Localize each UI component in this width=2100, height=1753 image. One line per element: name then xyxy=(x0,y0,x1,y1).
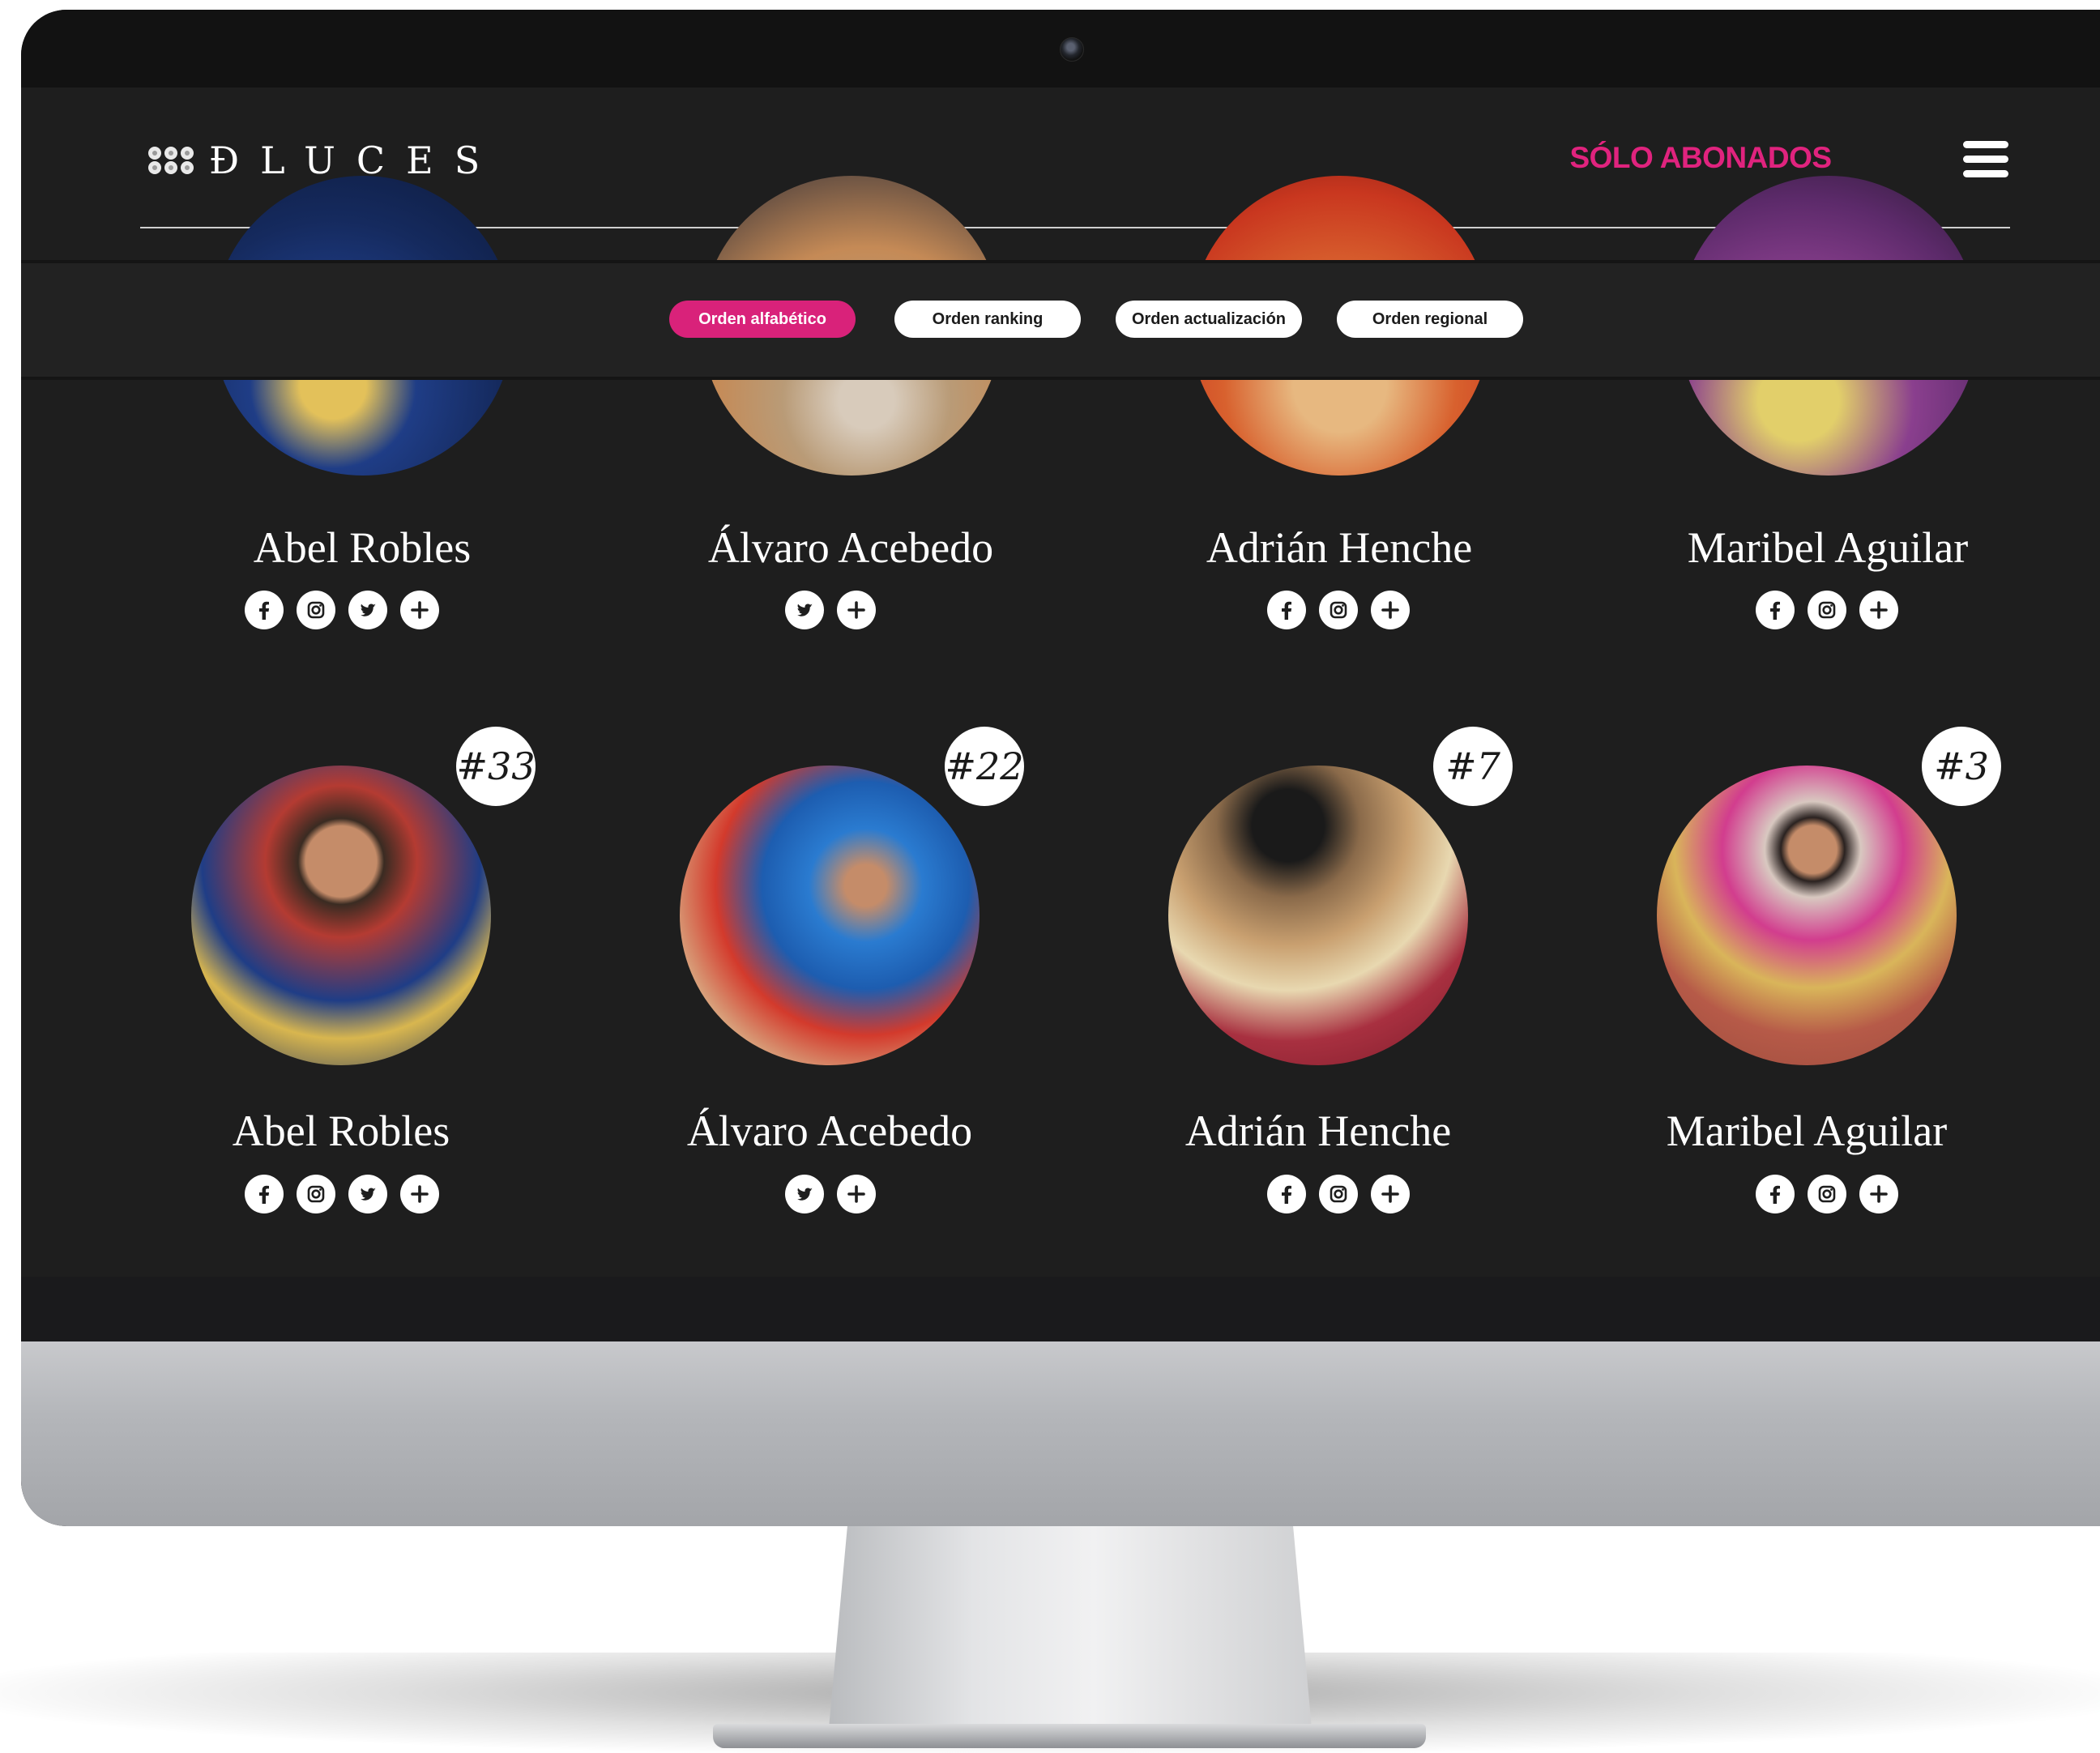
card-name[interactable]: Maribel Aguilar xyxy=(1585,523,2071,572)
facebook-icon[interactable] xyxy=(1756,1175,1795,1213)
instagram-icon[interactable] xyxy=(297,1175,335,1213)
avatar-image[interactable] xyxy=(191,766,491,1065)
facebook-icon[interactable] xyxy=(1756,591,1795,629)
card-name[interactable]: Adrián Henche xyxy=(1096,523,1582,572)
plus-icon[interactable] xyxy=(1859,591,1898,629)
monitor-chin xyxy=(21,1341,2100,1526)
plus-icon[interactable] xyxy=(837,1175,876,1213)
plus-icon[interactable] xyxy=(837,591,876,629)
instagram-icon[interactable] xyxy=(1808,591,1846,629)
sort-ranking-button[interactable]: Orden ranking xyxy=(894,301,1081,338)
social-links xyxy=(1756,1175,1898,1213)
hamburger-menu-icon[interactable] xyxy=(1963,141,2008,186)
monitor-stand xyxy=(828,1526,1312,1737)
rank-badge: #33 xyxy=(456,727,536,806)
facebook-icon[interactable] xyxy=(245,591,284,629)
social-links xyxy=(785,1175,876,1213)
rank-badge: #22 xyxy=(945,727,1024,806)
facebook-icon[interactable] xyxy=(1267,591,1306,629)
card-name[interactable]: Abel Robles xyxy=(98,1107,584,1155)
website-screen: ÐLUCES SÓLO ABONADOS Orden alfabético Or… xyxy=(21,87,2100,1277)
instagram-icon[interactable] xyxy=(1319,1175,1358,1213)
plus-icon[interactable] xyxy=(400,591,439,629)
logo-mark-icon xyxy=(148,147,194,174)
subscribers-only-link[interactable]: SÓLO ABONADOS xyxy=(1563,141,1838,175)
plus-icon[interactable] xyxy=(1859,1175,1898,1213)
camera-icon xyxy=(1060,37,1084,62)
twitter-icon[interactable] xyxy=(348,1175,387,1213)
social-links xyxy=(245,591,439,629)
social-links xyxy=(1267,1175,1410,1213)
plus-icon[interactable] xyxy=(1371,591,1410,629)
card-name[interactable]: Abel Robles xyxy=(119,523,605,572)
plus-icon[interactable] xyxy=(1371,1175,1410,1213)
monitor-bottom-bezel xyxy=(21,1277,2100,1341)
logo[interactable]: ÐLUCES xyxy=(146,136,501,185)
instagram-icon[interactable] xyxy=(1319,591,1358,629)
twitter-icon[interactable] xyxy=(348,591,387,629)
card-name[interactable]: Álvaro Acebedo xyxy=(587,1107,1073,1155)
social-links xyxy=(245,1175,439,1213)
card-name[interactable]: Adrián Henche xyxy=(1075,1107,1561,1155)
twitter-icon[interactable] xyxy=(785,591,824,629)
rank-badge: #7 xyxy=(1433,727,1513,806)
card-name[interactable]: Maribel Aguilar xyxy=(1564,1107,2050,1155)
sort-filter-bar: Orden alfabético Orden ranking Orden act… xyxy=(21,260,2100,380)
facebook-icon[interactable] xyxy=(1267,1175,1306,1213)
sort-regional-button[interactable]: Orden regional xyxy=(1337,301,1523,338)
facebook-icon[interactable] xyxy=(245,1175,284,1213)
sort-updated-button[interactable]: Orden actualización xyxy=(1116,301,1302,338)
sort-alphabetical-button[interactable]: Orden alfabético xyxy=(669,301,856,338)
avatar-image[interactable] xyxy=(1657,766,1957,1065)
plus-icon[interactable] xyxy=(400,1175,439,1213)
twitter-icon[interactable] xyxy=(785,1175,824,1213)
card-name[interactable]: Álvaro Acebedo xyxy=(608,523,1094,572)
monitor-top-bezel xyxy=(21,10,2100,87)
monitor-mockup: ÐLUCES SÓLO ABONADOS Orden alfabético Or… xyxy=(0,0,2100,1753)
avatar-image[interactable] xyxy=(680,766,980,1065)
rank-badge: #3 xyxy=(1922,727,2001,806)
instagram-icon[interactable] xyxy=(297,591,335,629)
monitor-stand-base xyxy=(713,1724,1426,1748)
social-links xyxy=(1756,591,1898,629)
social-links xyxy=(1267,591,1410,629)
social-links xyxy=(785,591,876,629)
avatar-image[interactable] xyxy=(1168,766,1468,1065)
monitor-body: ÐLUCES SÓLO ABONADOS Orden alfabético Or… xyxy=(21,10,2100,1526)
instagram-icon[interactable] xyxy=(1808,1175,1846,1213)
